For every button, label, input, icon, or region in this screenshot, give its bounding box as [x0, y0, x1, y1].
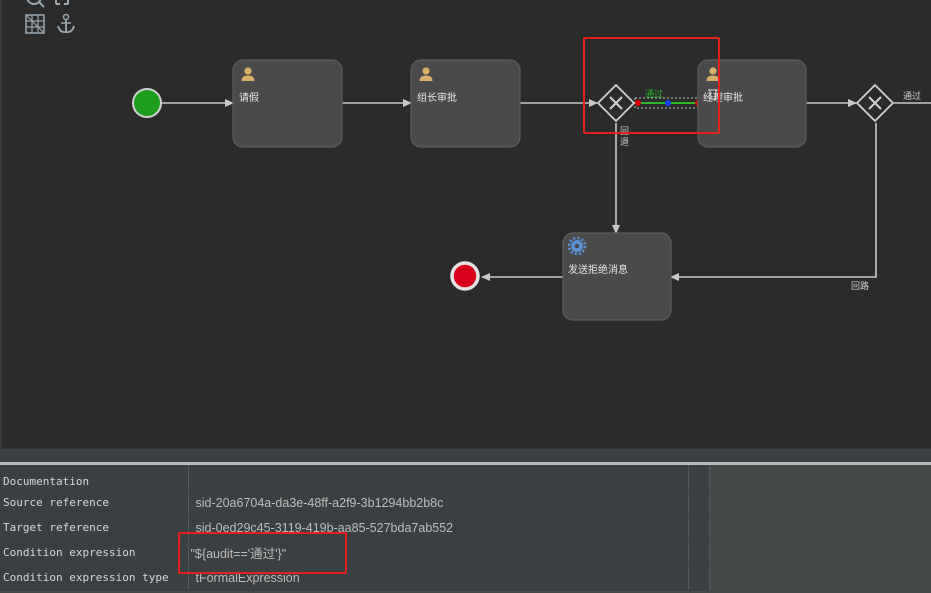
property-row[interactable]: Condition expression "${audit=='通过'}" — [0, 540, 710, 566]
property-value-field[interactable]: sid-20a6704a-da3e-48ff-a2f9-3b1294bb2b8c — [188, 490, 689, 516]
property-name: Source reference — [0, 490, 189, 516]
property-name: Documentation — [0, 465, 189, 491]
exclusive-gateway-2[interactable] — [855, 83, 895, 123]
property-name: Condition expression — [0, 540, 189, 566]
property-row[interactable]: Target reference sid-0ed29c45-3119-419b-… — [0, 515, 710, 541]
property-row[interactable]: Source reference sid-20a6704a-da3e-48ff-… — [0, 490, 710, 516]
end-event[interactable] — [450, 261, 480, 291]
start-event[interactable] — [132, 88, 162, 118]
property-row[interactable]: Condition expression type tFormalExpress… — [0, 565, 710, 591]
zoom-icon[interactable] — [26, 0, 45, 8]
anchor-icon[interactable] — [57, 13, 75, 34]
properties-panel: Documentation Source reference sid-20a67… — [0, 465, 931, 593]
property-value-field[interactable] — [188, 465, 689, 491]
horizontal-scrollbar[interactable] — [0, 448, 931, 463]
highlight-box-gateway-edge — [583, 37, 720, 134]
properties-table: Documentation Source reference sid-20a67… — [0, 465, 710, 591]
task-qingjia[interactable]: 请假 — [232, 59, 343, 148]
diagram-canvas[interactable]: 通过 回退 通过 回路 请假 组长审批 经理审批 发送拒绝消息 — [0, 0, 931, 448]
edge-label-gw2-reject: 回路 — [851, 280, 869, 292]
fit-screen-icon[interactable] — [55, 0, 69, 5]
task-label: 发送拒绝消息 — [568, 263, 628, 276]
bpmn-diagram: 通过 回退 通过 回路 请假 组长审批 经理审批 发送拒绝消息 — [25, 0, 931, 321]
task-label: 请假 — [239, 91, 259, 104]
property-name: Target reference — [0, 515, 189, 541]
highlight-box-condition — [178, 532, 347, 574]
property-name: Condition expression type — [0, 565, 189, 591]
grid-icon[interactable] — [25, 14, 45, 34]
task-label: 组长审批 — [417, 91, 457, 104]
property-row[interactable]: Documentation — [0, 465, 710, 491]
task-reject-message[interactable]: 发送拒绝消息 — [562, 232, 672, 321]
task-zuzhang[interactable]: 组长审批 — [410, 59, 521, 148]
edge-label-gw2-pass: 通过 — [903, 90, 921, 102]
gear-icon — [567, 236, 587, 256]
